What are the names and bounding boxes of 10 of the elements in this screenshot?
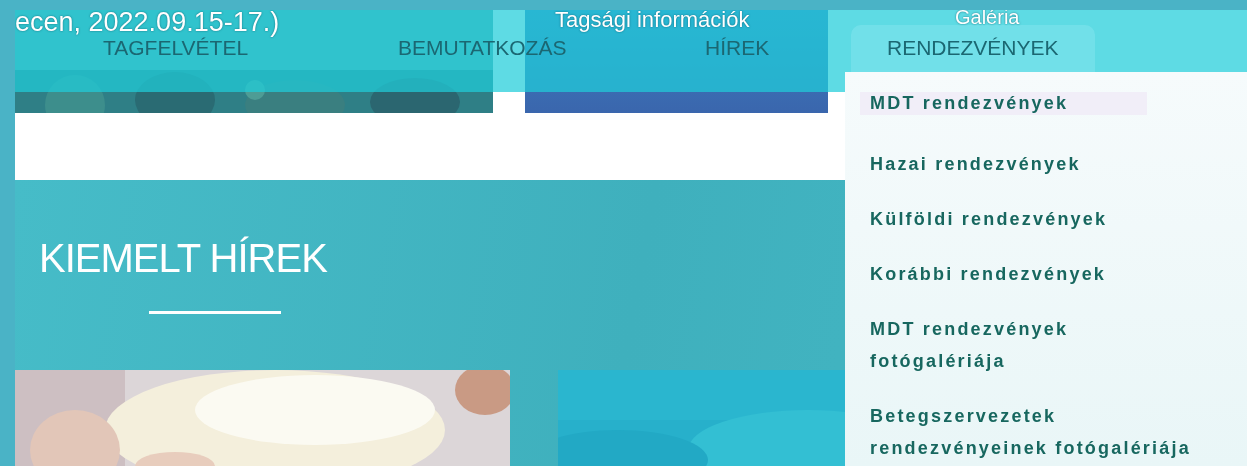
background-text: Tagsági információk: [555, 10, 750, 30]
menu-item[interactable]: MDT rendezvények: [860, 92, 1147, 115]
section-title: KIEMELT HÍREK: [39, 236, 327, 281]
background-text: Galéria: [955, 10, 1020, 25]
menu-item[interactable]: MDT rendezvények fotógalériája: [845, 313, 1202, 377]
nav-link[interactable]: RENDEZVÉNYEK: [851, 25, 1095, 72]
menu-item[interactable]: Hazai rendezvények: [845, 148, 1202, 180]
menu-item[interactable]: Korábbi rendezvények: [845, 258, 1202, 290]
menu-item[interactable]: Betegszervezetek rendezvényeinek fotógalériája: [845, 400, 1202, 464]
menu-item[interactable]: Külföldi rendezvények: [845, 203, 1202, 235]
